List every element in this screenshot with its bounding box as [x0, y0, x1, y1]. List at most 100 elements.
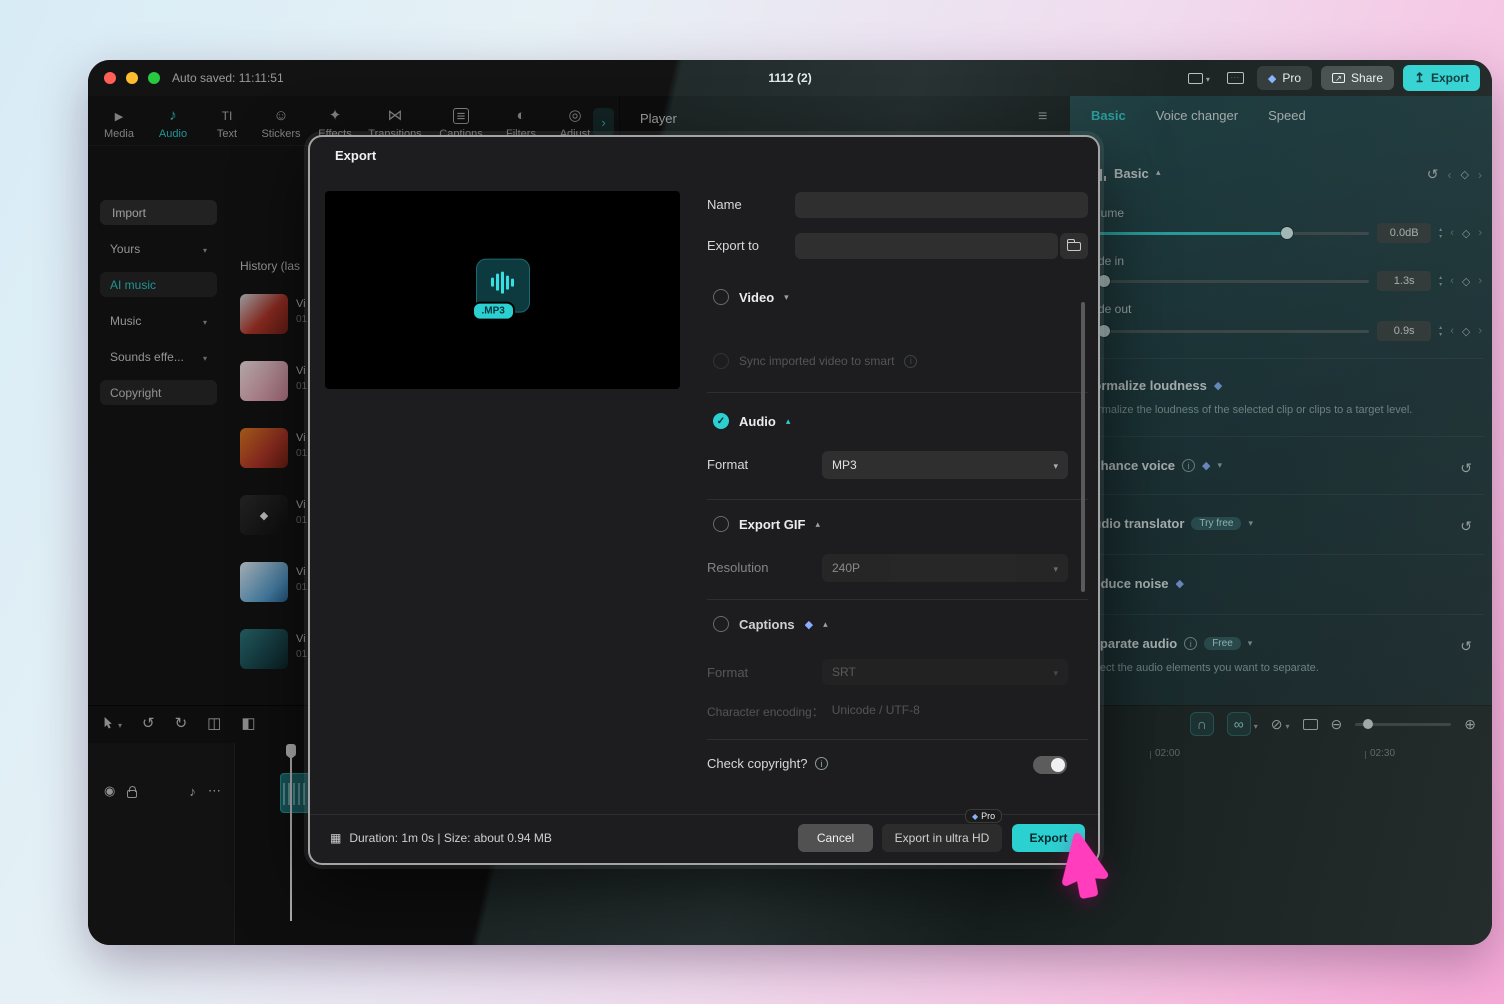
- zoom-in-button[interactable]: [1464, 716, 1476, 733]
- captions-checkbox[interactable]: [713, 616, 729, 632]
- tab-filters[interactable]: Filters: [494, 100, 548, 140]
- cancel-button[interactable]: Cancel: [798, 824, 873, 852]
- tab-media[interactable]: Media: [92, 100, 146, 140]
- video-checkbox[interactable]: [713, 289, 729, 305]
- maximize-window-button[interactable]: [148, 72, 160, 84]
- fade-out-value[interactable]: 0.9s: [1377, 321, 1431, 341]
- tab-transitions[interactable]: Transitions: [362, 100, 428, 140]
- zoom-out-button[interactable]: [1331, 716, 1343, 733]
- step-up-icon[interactable]: [1439, 325, 1442, 331]
- gif-checkbox[interactable]: [713, 516, 729, 532]
- redo-button[interactable]: [175, 714, 188, 732]
- copyright-toggle[interactable]: [1033, 756, 1067, 774]
- browse-folder-button[interactable]: [1060, 233, 1088, 259]
- sidebar-item-ai-music[interactable]: AI music: [100, 272, 217, 297]
- sidebar-item-yours[interactable]: Yours: [100, 236, 217, 261]
- volume-stepper[interactable]: [1439, 227, 1442, 240]
- pro-badge-button[interactable]: Pro: [1257, 66, 1312, 90]
- playhead-handle[interactable]: [286, 744, 296, 755]
- sidebar-item-sound-effects[interactable]: Sounds effe...: [100, 344, 217, 369]
- timeline-zoom-slider[interactable]: [1355, 723, 1451, 726]
- list-item[interactable]: Vi01: [240, 294, 307, 334]
- export-path-input[interactable]: [795, 233, 1058, 259]
- panel-expand-button[interactable]: [593, 108, 614, 136]
- link-toggle-button[interactable]: [1227, 712, 1258, 736]
- fade-out-stepper[interactable]: [1439, 325, 1442, 338]
- tab-stickers[interactable]: Stickers: [254, 100, 308, 140]
- tab-audio[interactable]: Audio: [146, 100, 200, 140]
- normalize-loudness-row[interactable]: Normalize loudness: [1084, 378, 1482, 393]
- slider-handle[interactable]: [1098, 325, 1110, 337]
- audio-translator-row[interactable]: Audio translator Try free: [1084, 516, 1482, 531]
- record-icon[interactable]: [104, 783, 115, 799]
- list-item[interactable]: Vi01: [240, 629, 307, 669]
- step-down-icon[interactable]: [1439, 332, 1442, 338]
- name-input[interactable]: [795, 192, 1088, 218]
- sidebar-item-copyright[interactable]: Copyright: [100, 380, 217, 405]
- share-button[interactable]: Share: [1321, 66, 1394, 90]
- enhance-voice-row[interactable]: Enhance voice: [1084, 458, 1482, 473]
- magnet-toggle-button[interactable]: [1190, 712, 1214, 736]
- chevron-up-icon[interactable]: [823, 619, 828, 630]
- next-keyframe-icon[interactable]: ›: [1478, 325, 1482, 337]
- list-item[interactable]: Vi01: [240, 495, 307, 535]
- more-icon[interactable]: [208, 783, 221, 799]
- export-ultra-hd-button[interactable]: Export in ultra HD: [882, 824, 1002, 852]
- slider-handle[interactable]: [1363, 719, 1373, 729]
- audio-checkbox[interactable]: [713, 413, 729, 429]
- keyframe-icon[interactable]: [1462, 227, 1470, 240]
- tab-text[interactable]: Text: [200, 100, 254, 140]
- separate-audio-row[interactable]: Separate audio Free: [1084, 636, 1482, 651]
- tab-speed[interactable]: Speed: [1268, 108, 1306, 123]
- display-settings-button[interactable]: [1184, 66, 1214, 90]
- tab-basic[interactable]: Basic: [1091, 108, 1126, 123]
- chevron-down-icon[interactable]: [784, 292, 789, 303]
- fade-in-slider[interactable]: [1084, 280, 1369, 283]
- prev-keyframe-icon[interactable]: ‹: [1450, 227, 1454, 239]
- chevron-up-icon[interactable]: [786, 416, 791, 427]
- shortcuts-button[interactable]: [1223, 69, 1248, 87]
- reset-icon[interactable]: [1460, 460, 1472, 477]
- reset-icon[interactable]: [1427, 166, 1439, 183]
- chevron-up-icon[interactable]: [815, 519, 820, 530]
- track-mode-button[interactable]: [1271, 716, 1290, 733]
- step-up-icon[interactable]: [1439, 227, 1442, 233]
- lock-icon[interactable]: [127, 790, 137, 798]
- keyframe-icon[interactable]: [1462, 275, 1470, 288]
- fade-in-stepper[interactable]: [1439, 275, 1442, 288]
- captions-format-dropdown[interactable]: SRT: [822, 659, 1068, 685]
- tab-voice-changer[interactable]: Voice changer: [1156, 108, 1238, 123]
- sync-checkbox[interactable]: [713, 353, 729, 369]
- close-window-button[interactable]: [104, 72, 116, 84]
- tab-effects[interactable]: Effects: [308, 100, 362, 140]
- dialog-scrollbar[interactable]: [1081, 302, 1085, 592]
- tab-captions[interactable]: Captions: [428, 100, 494, 140]
- keyframe-icon[interactable]: [1462, 325, 1470, 338]
- prev-keyframe-icon[interactable]: ‹: [1450, 325, 1454, 337]
- volume-value[interactable]: 0.0dB: [1377, 223, 1431, 243]
- next-keyframe-icon[interactable]: ›: [1478, 227, 1482, 239]
- volume-slider[interactable]: [1084, 232, 1369, 235]
- player-menu-icon[interactable]: [1038, 108, 1047, 126]
- list-item[interactable]: Vi01: [240, 428, 307, 468]
- select-tool-button[interactable]: [102, 715, 122, 732]
- next-keyframe-icon[interactable]: ›: [1478, 275, 1482, 287]
- reset-icon[interactable]: [1460, 638, 1472, 655]
- step-down-icon[interactable]: [1439, 282, 1442, 288]
- fade-out-slider[interactable]: [1084, 330, 1369, 333]
- slider-handle[interactable]: [1281, 227, 1293, 239]
- keyframe-icon[interactable]: [1461, 168, 1469, 181]
- basic-section-header[interactable]: Basic ‹ ›: [1070, 166, 1492, 184]
- speaker-icon[interactable]: [189, 784, 196, 799]
- split-button[interactable]: [207, 714, 221, 732]
- sidebar-item-music[interactable]: Music: [100, 308, 217, 333]
- delete-left-button[interactable]: [241, 714, 255, 732]
- prev-keyframe-icon[interactable]: ‹: [1450, 275, 1454, 287]
- resolution-dropdown[interactable]: 240P: [822, 554, 1068, 582]
- minimize-window-button[interactable]: [126, 72, 138, 84]
- list-item[interactable]: Vi01: [240, 361, 307, 401]
- export-button-titlebar[interactable]: Export: [1403, 65, 1480, 91]
- fade-in-value[interactable]: 1.3s: [1377, 271, 1431, 291]
- step-up-icon[interactable]: [1439, 275, 1442, 281]
- reduce-noise-row[interactable]: Reduce noise: [1084, 576, 1482, 591]
